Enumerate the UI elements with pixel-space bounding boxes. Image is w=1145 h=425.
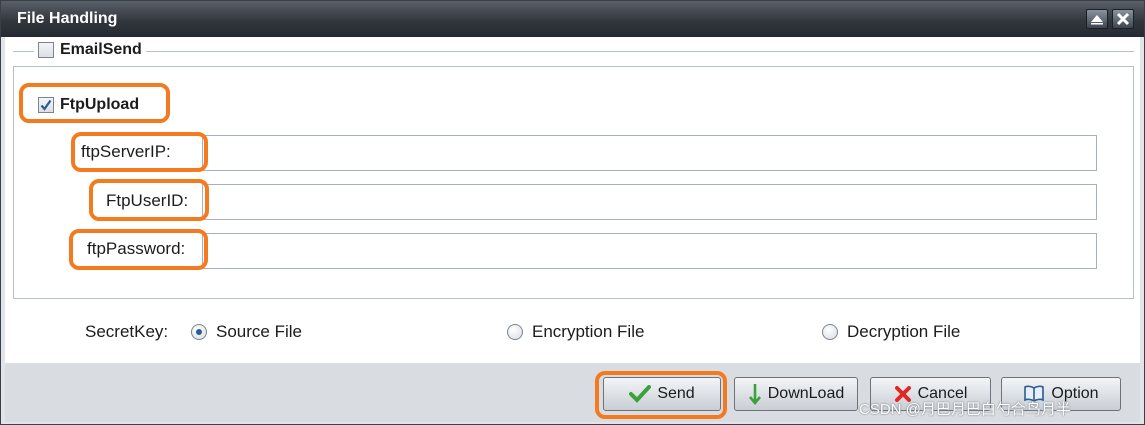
file-handling-dialog: File Handling EmailSend FtpUpload ftpSer… xyxy=(0,0,1145,425)
radio-button[interactable] xyxy=(507,324,523,340)
email-send-legend: EmailSend xyxy=(34,41,146,59)
radio-encryption-file[interactable]: Encryption File xyxy=(507,320,644,344)
radio-decryption-file-label: Decryption File xyxy=(847,322,961,341)
radio-button-selected[interactable] xyxy=(191,324,207,340)
ftp-password-input[interactable] xyxy=(202,233,1097,269)
send-button-label: Send xyxy=(657,385,695,402)
close-icon xyxy=(1116,12,1130,26)
download-button[interactable]: DownLoad xyxy=(734,377,858,411)
email-section-line xyxy=(13,51,1134,52)
watermark-text: CSDN @月巴月巴白勺合鸟月半 xyxy=(859,401,1071,418)
checkmark-icon xyxy=(40,99,52,111)
send-button[interactable]: Send xyxy=(603,377,721,411)
email-send-checkbox[interactable] xyxy=(38,42,54,58)
restore-icon xyxy=(1091,15,1103,25)
ftp-user-id-input[interactable] xyxy=(202,184,1097,220)
download-button-label: DownLoad xyxy=(767,385,845,402)
radio-encryption-file-label: Encryption File xyxy=(532,322,645,341)
radio-source-file-label: Source File xyxy=(216,322,302,341)
radio-decryption-file[interactable]: Decryption File xyxy=(822,320,960,344)
ftp-upload-label: FtpUpload xyxy=(60,96,140,113)
secret-key-label: SecretKey: xyxy=(85,322,169,341)
ftp-user-id-label: FtpUserID: xyxy=(106,191,189,210)
ftp-server-ip-input[interactable] xyxy=(202,135,1097,171)
ftp-upload-checkbox[interactable] xyxy=(38,97,54,113)
radio-button[interactable] xyxy=(822,324,838,340)
window-title: File Handling xyxy=(17,10,118,27)
title-bar[interactable]: File Handling xyxy=(1,1,1144,37)
ftp-server-ip-label: ftpServerIP: xyxy=(81,142,171,161)
arrow-down-icon xyxy=(748,383,762,405)
radio-source-file[interactable]: Source File xyxy=(191,320,302,344)
ftp-password-label: ftpPassword: xyxy=(87,239,186,258)
restore-button[interactable] xyxy=(1086,9,1108,29)
ftp-upload-legend: FtpUpload xyxy=(34,96,144,114)
email-send-label: EmailSend xyxy=(60,41,142,58)
close-button[interactable] xyxy=(1112,9,1134,29)
checkmark-icon xyxy=(629,385,652,403)
